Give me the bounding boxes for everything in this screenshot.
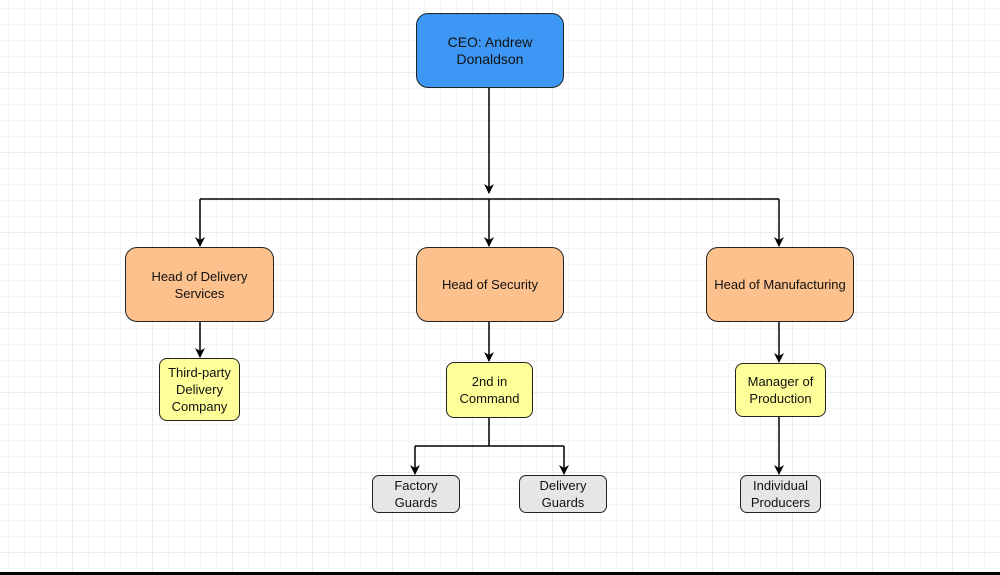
node-third-party[interactable]: Third-party Delivery Company [159,358,240,421]
node-delivery-guards[interactable]: Delivery Guards [519,475,607,513]
node-factory-guards[interactable]: Factory Guards [372,475,460,513]
node-head-delivery[interactable]: Head of Delivery Services [125,247,274,322]
node-manager-production[interactable]: Manager of Production [735,363,826,417]
node-head-manufacturing[interactable]: Head of Manufacturing [706,247,854,322]
node-individual-producers[interactable]: Individual Producers [740,475,821,513]
edge-second-to-bus [415,417,564,447]
node-head-security[interactable]: Head of Security [416,247,564,322]
node-ceo[interactable]: CEO: Andrew Donaldson [416,13,564,88]
node-second-in-command[interactable]: 2nd in Command [446,362,533,418]
